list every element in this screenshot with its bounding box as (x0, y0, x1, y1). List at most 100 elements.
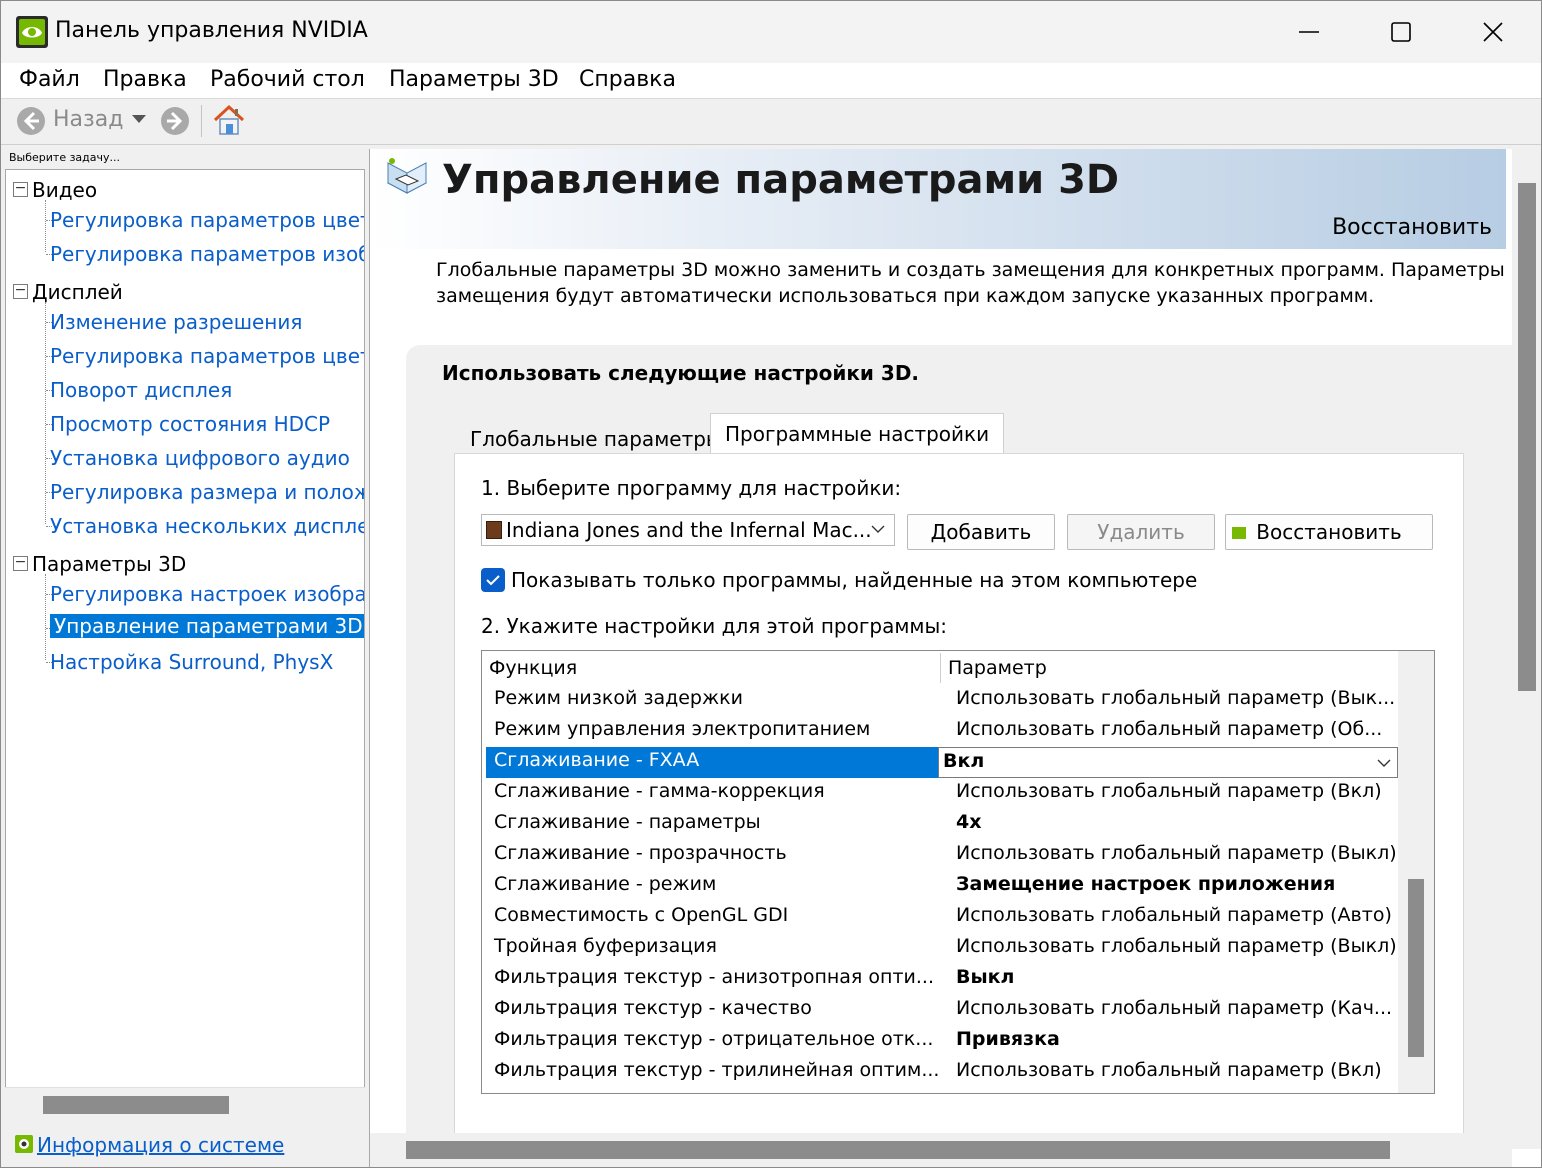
row-function: Сглаживание - FXAA (486, 747, 938, 778)
sidebar-scrollbar-thumb[interactable] (43, 1096, 229, 1114)
row-parameter-dropdown[interactable]: Вкл (938, 747, 1398, 778)
row-parameter: Использовать глобальный параметр (Выкл) (956, 842, 1397, 864)
toolbar: Назад (1, 99, 1541, 145)
menu-desktop[interactable]: Рабочий стол (210, 67, 365, 92)
sidebar-item-multiple-displays[interactable]: Установка нескольких дисплеев (50, 514, 364, 538)
grid-row[interactable]: Режим управления электропитанием Использ… (486, 716, 1398, 747)
sidebar-item-video-color[interactable]: Регулировка параметров цвета для видео (50, 208, 364, 232)
sidebar-item-rotate-display[interactable]: Поворот дисплея (50, 378, 232, 402)
grid-row[interactable]: Сглаживание - прозрачность Использовать … (486, 840, 1398, 871)
grid-row[interactable]: Фильтрация текстур - отрицательное отк..… (486, 1026, 1398, 1057)
row-function: Тройная буферизация (494, 935, 717, 957)
nvidia-control-panel-window: Панель управления NVIDIA Файл Правка Раб… (0, 0, 1542, 1168)
grid-row[interactable]: Сглаживание - параметры 4x (486, 809, 1398, 840)
nvidia-restore-icon (1232, 527, 1246, 539)
restore-defaults-link[interactable]: Восстановить (1332, 215, 1492, 240)
grid-row[interactable]: Фильтрация текстур - анизотропная опти..… (486, 964, 1398, 995)
column-separator[interactable] (940, 653, 941, 683)
add-program-button[interactable]: Добавить (907, 514, 1055, 550)
restore-program-button[interactable]: Восстановить (1225, 514, 1433, 550)
tab-global-settings[interactable]: Глобальные параметры (456, 419, 736, 457)
show-only-installed-label[interactable]: Показывать только программы, найденные н… (511, 568, 1197, 592)
tree-category-video[interactable]: Видео (32, 178, 97, 202)
system-information-link[interactable]: Информация о системе (37, 1133, 284, 1157)
back-arrow-icon[interactable] (15, 105, 47, 137)
sidebar-item-change-resolution[interactable]: Изменение разрешения (50, 310, 302, 334)
selected-program: Indiana Jones and the Infernal Mac... (506, 518, 872, 542)
settings-grid: Функция Параметр Режим низкой задержки И… (481, 650, 1435, 1094)
sidebar-item-video-image[interactable]: Регулировка параметров изображения для в… (50, 242, 364, 266)
row-parameter: 4x (956, 811, 982, 833)
grid-row[interactable]: Сглаживание - гамма-коррекция Использова… (486, 778, 1398, 809)
content-horizontal-scrollbar[interactable] (370, 1133, 1512, 1167)
collapse-display-icon[interactable]: − (13, 283, 28, 299)
sidebar-item-image-settings-preview[interactable]: Регулировка настроек изображения с просм… (50, 582, 364, 606)
tree-category-3d[interactable]: Параметры 3D (32, 552, 186, 576)
maximize-button[interactable] (1355, 1, 1447, 63)
forward-arrow-icon[interactable] (159, 105, 191, 137)
sidebar-item-hdcp-status[interactable]: Просмотр состояния HDCP (50, 412, 330, 436)
select-program-label: 1. Выберите программу для настройки: (481, 476, 902, 500)
menu-file[interactable]: Файл (19, 67, 80, 92)
row-parameter: Замещение настроек приложения (956, 873, 1336, 895)
row-parameter: Использовать глобальный параметр (Вкл) (956, 780, 1382, 802)
tab-program-settings[interactable]: Программные настройки (710, 413, 1005, 455)
program-settings-panel: 1. Выберите программу для настройки: Ind… (454, 453, 1464, 1135)
chevron-down-icon[interactable] (1376, 757, 1392, 769)
row-function: Сглаживание - гамма-коррекция (494, 780, 825, 802)
main-content: Управление параметрами 3D Восстановить Г… (369, 149, 1541, 1167)
group-title: Использовать следующие настройки 3D. (442, 361, 920, 385)
collapse-3d-icon[interactable]: − (13, 555, 28, 571)
close-button[interactable] (1447, 1, 1539, 63)
task-hint: Выберите задачу... (9, 151, 121, 164)
grid-row[interactable]: Совместимость с OpenGL GDI Использовать … (486, 902, 1398, 933)
row-function: Сглаживание - параметры (494, 811, 761, 833)
sidebar-item-surround-physx[interactable]: Настройка Surround, PhysX (50, 650, 333, 674)
content-scrollbar-thumb[interactable] (1518, 183, 1536, 691)
grid-row[interactable]: Режим низкой задержки Использовать глоба… (486, 685, 1398, 716)
settings-group: Использовать следующие настройки 3D. Гло… (406, 345, 1512, 1135)
task-tree: − Видео Регулировка параметров цвета для… (5, 169, 365, 1121)
grid-row[interactable]: Фильтрация текстур - качество Использова… (486, 995, 1398, 1026)
row-parameter: Использовать глобальный параметр (Об... (956, 718, 1383, 740)
nvidia-logo-icon (16, 16, 48, 48)
content-vertical-scrollbar[interactable] (1512, 149, 1541, 1149)
menu-3d-settings[interactable]: Параметры 3D (389, 67, 559, 92)
column-header-function[interactable]: Функция (489, 657, 577, 679)
tree-category-display[interactable]: Дисплей (32, 280, 123, 304)
show-only-installed-checkbox[interactable] (481, 568, 505, 592)
tree-connector (45, 200, 46, 252)
grid-scrollbar-thumb[interactable] (1408, 879, 1424, 1057)
program-dropdown[interactable]: Indiana Jones and the Infernal Mac... (481, 514, 895, 546)
sidebar-item-digital-audio[interactable]: Установка цифрового аудио (50, 446, 350, 470)
sidebar-horizontal-scrollbar[interactable] (5, 1087, 365, 1121)
grid-vertical-scrollbar[interactable] (1398, 651, 1434, 1093)
grid-row[interactable]: Фильтрация текстур - трилинейная оптим..… (486, 1057, 1398, 1088)
window-title: Панель управления NVIDIA (55, 18, 368, 43)
sidebar-item-manage-3d-settings[interactable]: Управление параметрами 3D (50, 614, 364, 638)
back-button-label[interactable]: Назад (53, 107, 123, 132)
row-parameter: Выкл (956, 966, 1015, 988)
system-info-icon (15, 1135, 33, 1153)
home-icon[interactable] (211, 102, 247, 138)
maximize-icon (1391, 22, 1411, 42)
sidebar-item-desktop-size[interactable]: Регулировка размера и положения рабочего… (50, 480, 364, 504)
tree-connector (45, 302, 46, 524)
row-parameter: Привязка (956, 1028, 1060, 1050)
grid-row[interactable]: Тройная буферизация Использовать глобаль… (486, 933, 1398, 964)
collapse-video-icon[interactable]: − (13, 181, 28, 197)
column-header-parameter[interactable]: Параметр (948, 657, 1047, 679)
grid-row-selected[interactable]: Сглаживание - FXAA Вкл (486, 747, 1398, 778)
row-function: Режим управления электропитанием (494, 718, 871, 740)
row-parameter: Использовать глобальный параметр (Выкл) (956, 935, 1397, 957)
menu-edit[interactable]: Правка (103, 67, 187, 92)
minimize-icon (1299, 31, 1319, 33)
grid-row[interactable]: Сглаживание - режим Замещение настроек п… (486, 871, 1398, 902)
row-parameter: Использовать глобальный параметр (Вык... (956, 687, 1396, 709)
minimize-button[interactable] (1263, 1, 1355, 63)
remove-program-button[interactable]: Удалить (1067, 514, 1215, 550)
menu-help[interactable]: Справка (579, 67, 676, 92)
content-hscrollbar-thumb[interactable] (406, 1141, 1390, 1159)
sidebar-item-desktop-color[interactable]: Регулировка параметров цвета рабочего ст… (50, 344, 364, 368)
back-history-dropdown-icon[interactable] (131, 113, 147, 125)
